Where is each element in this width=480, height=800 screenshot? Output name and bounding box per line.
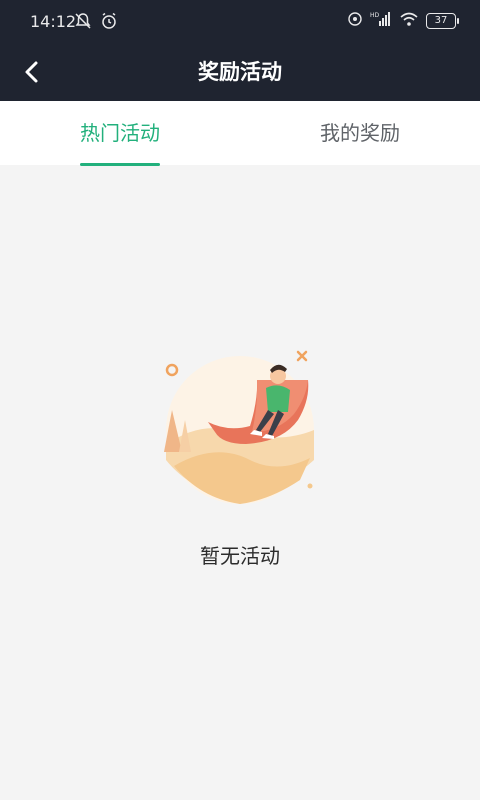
cellular-signal-icon: HD [370,11,392,31]
network-label: HD [370,12,380,19]
empty-illustration [164,350,314,504]
notification-muted-icon [74,12,92,34]
tab-hot-activities[interactable]: 热门活动 [0,101,240,165]
alarm-icon [100,12,118,34]
battery-icon: 37 [426,13,459,29]
hotspot-icon [347,11,363,31]
navigation-bar: 奖励活动 [0,44,480,101]
active-tab-indicator [80,163,160,166]
wifi-icon [399,11,419,31]
status-left-icons [74,12,118,34]
status-bar: 14:12 HD 37 [0,0,480,44]
page-title: 奖励活动 [198,60,282,84]
tab-bar: 热门活动 我的奖励 [0,101,480,166]
empty-message: 暂无活动 [200,544,280,568]
status-right-icons: HD 37 [347,11,459,31]
tab-my-rewards[interactable]: 我的奖励 [240,101,480,165]
status-time: 14:12 [30,12,77,31]
top-bar: 14:12 HD 37 奖励活动 [0,0,480,101]
